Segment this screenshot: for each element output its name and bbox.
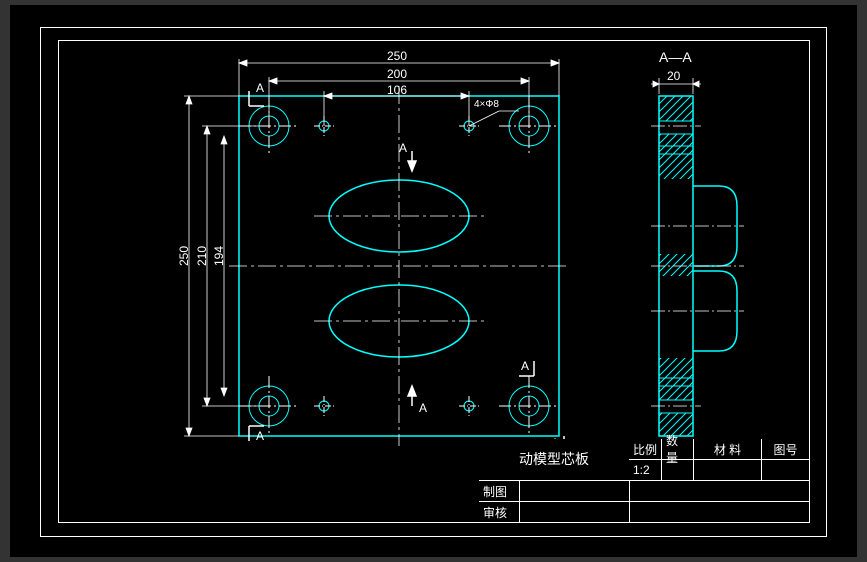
tb-material-label: 材 料 <box>693 439 761 459</box>
dim-106: 106 <box>387 83 407 97</box>
section-mark-a: A <box>256 429 264 443</box>
tb-dwgno-value <box>761 460 809 480</box>
dim-4phi8: 4×Φ8 <box>474 99 499 110</box>
tb-qty-label: 数量 <box>661 439 693 459</box>
tb-scale-value: 1:2 <box>629 460 661 480</box>
tb-drawn-value <box>519 481 629 501</box>
dim-20: 20 <box>667 69 680 83</box>
section-mark-a: A <box>256 81 264 95</box>
dim-250: 250 <box>387 49 407 63</box>
section-view <box>651 78 744 436</box>
tb-qty-value <box>661 460 693 480</box>
dim-200: 200 <box>387 67 407 81</box>
section-mark-a: A <box>521 359 529 373</box>
tb-empty <box>629 481 809 501</box>
tb-checked-label: 审核 <box>479 502 519 522</box>
dim-250v: 250 <box>177 246 191 266</box>
tb-checked-value <box>519 502 629 522</box>
tb-empty <box>629 502 809 522</box>
title-block: 动模型芯板 比例 数量 材 料 图号 1:2 <box>479 439 809 522</box>
section-mark-a: A <box>419 401 427 415</box>
section-label: A—A <box>659 49 692 65</box>
drawing-canvas: 250 200 106 4×Φ8 250 210 194 20 A—A A A … <box>10 5 857 557</box>
tb-scale-label: 比例 <box>629 439 661 459</box>
dim-210: 210 <box>195 246 209 266</box>
section-mark-a: A <box>399 141 407 155</box>
drawing-title: 动模型芯板 <box>479 439 629 479</box>
tb-dwgno-label: 图号 <box>761 439 809 459</box>
tb-drawn-label: 制图 <box>479 481 519 501</box>
dim-194: 194 <box>212 246 226 266</box>
frame-inner: 250 200 106 4×Φ8 250 210 194 20 A—A A A … <box>58 40 810 523</box>
tb-material-value <box>693 460 761 480</box>
